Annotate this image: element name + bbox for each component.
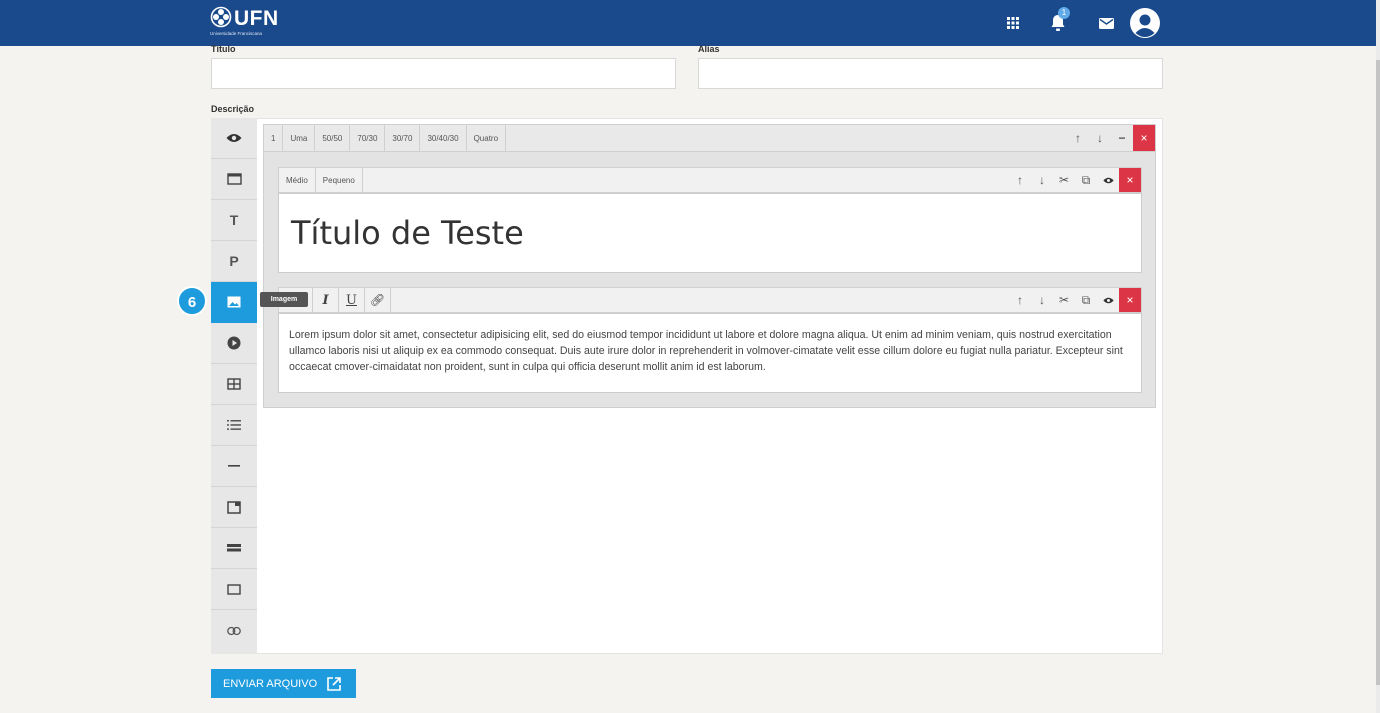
logo-text: UFN [234,7,279,30]
title-t-icon: T [229,212,239,228]
paragraph-p-icon: P [229,253,239,269]
layout-option[interactable]: 70/30 [350,125,386,151]
logo-emblem-icon [210,6,232,28]
frame-icon [227,583,241,595]
copy-icon[interactable]: ⧉ [1075,168,1097,192]
user-avatar-icon[interactable] [1130,8,1160,38]
external-link-icon [327,676,341,691]
title-tool[interactable]: T [211,200,257,241]
heading-block-toolbar: Médio Pequeno ↑ ↓ ✂ ⧉ × [278,167,1142,193]
cut-icon[interactable]: ✂ [1053,288,1075,312]
send-file-button[interactable]: ENVIAR ARQUIVO [211,669,356,698]
box-tool[interactable] [211,487,257,528]
step-marker: 6 [177,286,207,316]
video-tool[interactable] [211,323,257,364]
move-up-icon[interactable]: ↑ [1009,168,1031,192]
list-tool[interactable] [211,405,257,446]
size-option-medio[interactable]: Médio [279,168,316,192]
layout-option[interactable]: 1 [264,125,284,151]
description-label: Descrição [211,104,255,114]
paragraph-block-toolbar: I U 🔗︎ ↑ ↓ ✂ ⧉ × [278,287,1142,313]
paragraph-text[interactable]: Lorem ipsum dolor sit amet, consectetur … [289,327,1129,375]
row-toolbar: 1 Uma 50/50 70/30 30/70 30/40/30 Quatro … [263,124,1156,152]
move-up-icon[interactable]: ↑ [1067,125,1089,151]
table-icon [227,378,241,390]
top-navbar [0,0,1376,46]
alias-label: Alias [698,44,720,54]
window-icon [226,173,242,185]
eye-icon [226,134,242,142]
title-label: Título [211,44,236,54]
size-option-pequeno[interactable]: Pequeno [316,168,363,192]
italic-icon[interactable]: I [313,288,339,312]
send-file-label: ENVIAR ARQUIVO [223,677,318,690]
frame-tool[interactable] [211,569,257,610]
ufn-logo[interactable]: UFN Universidade Franciscana [210,6,290,40]
logo-subtext: Universidade Franciscana [210,31,263,36]
paragraph-tool[interactable]: P [211,241,257,282]
link-icon [227,626,241,635]
link-tool[interactable] [211,610,257,651]
layout-option[interactable]: 30/40/30 [420,125,467,151]
list-icon [227,420,241,430]
move-down-icon[interactable]: ↓ [1031,168,1053,192]
preview-eye-icon[interactable] [1097,288,1119,312]
apps-grid-icon[interactable] [1000,10,1026,36]
mail-icon[interactable] [1093,10,1119,36]
close-icon[interactable]: × [1119,168,1141,192]
minimize-icon[interactable]: − [1111,125,1133,151]
move-down-icon[interactable]: ↓ [1089,125,1111,151]
layout-option[interactable]: 50/50 [315,125,351,151]
dash-icon [228,465,240,467]
move-down-icon[interactable]: ↓ [1031,288,1053,312]
bar-tool[interactable] [211,528,257,569]
link-icon[interactable]: 🔗︎ [365,288,391,312]
layout-option[interactable]: 30/70 [385,125,421,151]
notification-badge: 1 [1058,7,1070,19]
move-up-icon[interactable]: ↑ [1009,288,1031,312]
preview-tool[interactable] [211,118,257,159]
tooltip: Imagem [260,292,308,307]
layout-option[interactable]: Quatro [467,125,507,151]
close-icon[interactable]: × [1119,288,1141,312]
divider-tool[interactable] [211,446,257,487]
bar-icon [227,544,241,552]
image-icon [227,296,241,308]
preview-eye-icon[interactable] [1097,168,1119,192]
container-tool[interactable] [211,159,257,200]
cut-icon[interactable]: ✂ [1053,168,1075,192]
alias-input[interactable] [698,58,1163,89]
table-tool[interactable] [211,364,257,405]
image-tool[interactable] [211,282,257,323]
scrollbar-thumb[interactable] [1376,60,1380,685]
layout-option[interactable]: Uma [283,125,316,151]
play-icon [227,336,241,350]
editor-toolbox: T P [211,118,257,654]
close-icon[interactable]: × [1133,125,1155,151]
copy-icon[interactable]: ⧉ [1075,288,1097,312]
heading-text[interactable]: Título de Teste [291,214,524,252]
title-input[interactable] [211,58,676,89]
box-icon [227,500,241,514]
underline-icon[interactable]: U [339,288,365,312]
